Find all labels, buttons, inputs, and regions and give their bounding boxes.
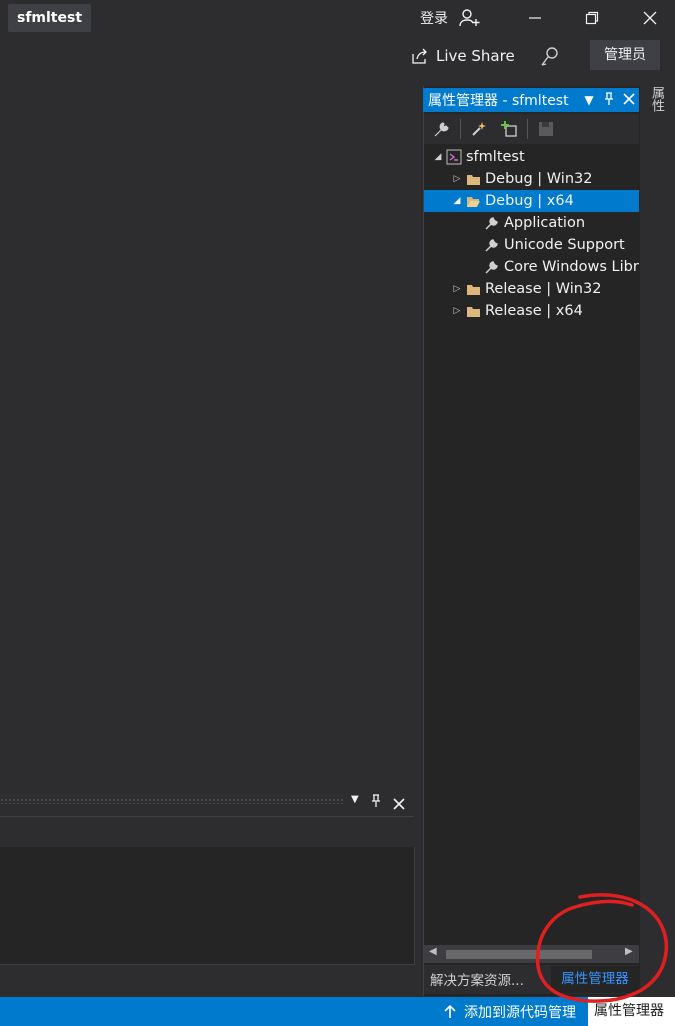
- add-existing-property-sheet-icon[interactable]: [495, 116, 523, 142]
- wrench-icon: [484, 237, 500, 253]
- project-title: sfmltest: [8, 4, 92, 32]
- tree-node-release-x64[interactable]: ▷ Release | x64: [424, 300, 639, 322]
- scroll-left-icon[interactable]: ◀: [429, 946, 437, 957]
- admin-badge: 管理员: [590, 40, 660, 70]
- tab-property-manager[interactable]: 属性管理器: [551, 966, 639, 993]
- tree-node-label: sfmltest: [466, 149, 525, 165]
- restore-icon: [585, 11, 599, 25]
- scroll-right-icon[interactable]: ▶: [625, 946, 633, 957]
- source-control-label: 添加到源代码管理: [464, 1005, 576, 1021]
- properties-vertical-tab[interactable]: 属性: [646, 86, 666, 112]
- expanded-arrow-icon[interactable]: ◢: [432, 152, 444, 162]
- live-share-button[interactable]: Live Share: [410, 42, 515, 70]
- wrench-icon: [484, 215, 500, 231]
- close-icon: [643, 11, 657, 25]
- project-icon: [446, 149, 462, 165]
- folder-icon: [465, 281, 481, 297]
- wrench-icon: [484, 259, 500, 275]
- add-to-source-control-button[interactable]: 添加到源代码管理: [444, 1002, 576, 1022]
- tree-node-label: Unicode Support: [504, 237, 625, 253]
- collapsed-arrow-icon[interactable]: ▷: [451, 306, 463, 316]
- folder-open-icon: [465, 193, 481, 209]
- tree-node-label: Application: [504, 215, 586, 231]
- dropdown-icon[interactable]: ▼: [351, 794, 359, 805]
- tree-node-project[interactable]: ◢ sfmltest: [424, 146, 639, 168]
- save-icon[interactable]: [532, 116, 560, 142]
- minimize-button[interactable]: [515, 0, 555, 36]
- dropdown-icon[interactable]: ▼: [579, 93, 599, 107]
- share-icon: [412, 48, 427, 64]
- panel-header: 属性管理器 - sfmltest ▼: [423, 88, 639, 112]
- tree-node-label: Core Windows Libraries: [504, 259, 639, 275]
- folder-icon: [465, 171, 481, 187]
- property-tree: ◢ sfmltest ▷ Debug | Win32 ◢ Debug | x64…: [424, 146, 639, 941]
- tree-node-debug-x64[interactable]: ◢ Debug | x64: [424, 190, 639, 212]
- tree-node-application[interactable]: Application: [424, 212, 639, 234]
- feedback-icon[interactable]: [538, 44, 564, 70]
- close-icon[interactable]: [619, 92, 639, 108]
- collapsed-arrow-icon[interactable]: ▷: [451, 284, 463, 294]
- tree-node-core-windows-libraries[interactable]: Core Windows Libraries: [424, 256, 639, 278]
- vertical-tab-strip: [640, 84, 675, 996]
- collapsed-arrow-icon[interactable]: ▷: [451, 174, 463, 184]
- pin-icon[interactable]: [371, 793, 381, 812]
- add-new-property-sheet-icon[interactable]: [465, 116, 493, 142]
- tab-solution-explorer[interactable]: 解决方案资源...: [430, 969, 524, 989]
- tree-node-release-win32[interactable]: ▷ Release | Win32: [424, 278, 639, 300]
- close-icon[interactable]: [393, 795, 405, 814]
- close-button[interactable]: [630, 0, 670, 36]
- minimize-icon: [529, 17, 541, 19]
- expanded-arrow-icon[interactable]: ◢: [451, 196, 463, 206]
- login-link[interactable]: 登录: [420, 8, 448, 28]
- panel-drag-grip[interactable]: [0, 798, 345, 804]
- live-share-label: Live Share: [436, 47, 515, 65]
- status-property-manager-label: 属性管理器: [588, 997, 675, 1026]
- bottom-panel-content: [0, 847, 415, 965]
- pin-icon[interactable]: [599, 91, 619, 109]
- tree-node-label: Debug | Win32: [485, 171, 593, 187]
- folder-icon: [465, 303, 481, 319]
- properties-wrench-icon[interactable]: [428, 116, 456, 142]
- tree-node-unicode-support[interactable]: Unicode Support: [424, 234, 639, 256]
- toolbar-separator: [527, 119, 528, 139]
- panel-toolbar: [424, 114, 639, 144]
- tree-node-label: Debug | x64: [485, 193, 574, 209]
- restore-button[interactable]: [572, 0, 612, 36]
- scrollbar-thumb[interactable]: [446, 950, 592, 959]
- user-add-icon[interactable]: [458, 6, 482, 30]
- panel-title: 属性管理器 - sfmltest: [428, 93, 569, 109]
- arrow-up-icon: [444, 1005, 456, 1018]
- tree-node-debug-win32[interactable]: ▷ Debug | Win32: [424, 168, 639, 190]
- toolbar-separator: [460, 119, 461, 139]
- tree-node-label: Release | Win32: [485, 281, 602, 297]
- tree-node-label: Release | x64: [485, 303, 583, 319]
- bottom-panel-toolbar: [0, 816, 414, 847]
